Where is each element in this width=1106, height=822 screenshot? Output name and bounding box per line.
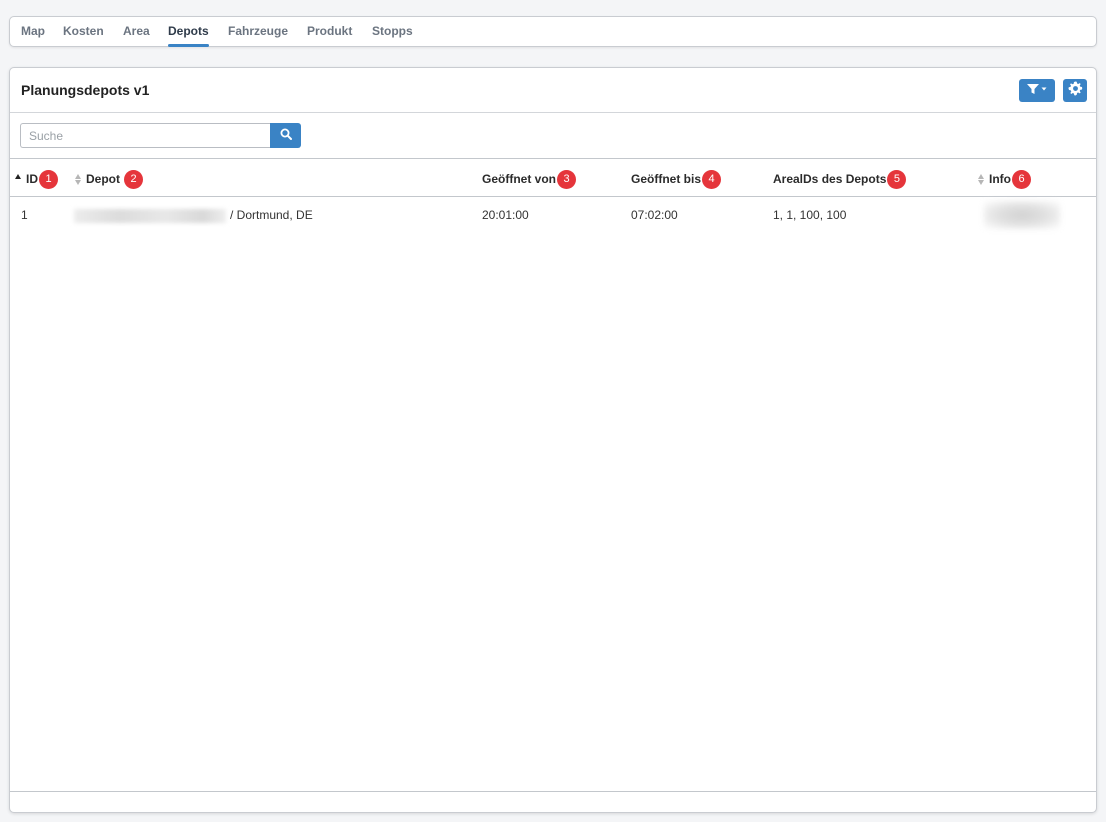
step-badge: 5 — [887, 169, 907, 189]
column-label: Geöffnet bis — [631, 172, 702, 186]
column-label: ArealDs des Depots — [773, 172, 887, 186]
panel-title: Planungsdepots v1 — [21, 82, 150, 98]
tab-area[interactable]: Area — [123, 17, 150, 46]
sort-icon — [74, 172, 82, 186]
column-label: ID — [26, 172, 38, 186]
tab-stopps[interactable]: Stopps — [372, 17, 413, 46]
search-button[interactable] — [270, 123, 301, 148]
search-bar — [20, 123, 301, 148]
column-header-info[interactable]: Info 6 — [977, 169, 1031, 189]
cell-open-from: 20:01:00 — [482, 208, 529, 222]
column-header-id[interactable]: ID 1 — [14, 169, 58, 189]
cell-info-redacted — [984, 201, 1060, 229]
tab-depots[interactable]: Depots — [168, 17, 209, 47]
tab-produkt[interactable]: Produkt — [307, 17, 352, 46]
table-top-border — [10, 158, 1096, 159]
table-header-divider — [10, 196, 1096, 197]
tab-fahrzeuge[interactable]: Fahrzeuge — [228, 17, 288, 46]
step-badge: 6 — [1012, 169, 1031, 189]
column-header-depot[interactable]: Depot 2 — [74, 169, 143, 189]
search-icon — [280, 127, 292, 145]
sort-icon — [977, 172, 985, 186]
settings-button[interactable] — [1063, 79, 1087, 102]
cell-area-ids: 1, 1, 100, 100 — [773, 208, 847, 222]
search-input[interactable] — [20, 123, 271, 148]
filter-button[interactable] — [1019, 79, 1055, 102]
header-divider — [10, 112, 1096, 113]
cell-depot: / Dortmund, DE — [74, 207, 313, 223]
column-label: Info — [989, 172, 1011, 186]
gear-icon — [1067, 80, 1083, 101]
cell-open-to: 07:02:00 — [631, 208, 678, 222]
step-badge: 1 — [39, 169, 58, 189]
tab-map[interactable]: Map — [21, 17, 45, 46]
column-label: Geöffnet von — [482, 172, 556, 186]
table-footer-divider — [10, 791, 1096, 792]
sort-asc-icon — [14, 172, 22, 186]
step-badge: 4 — [702, 169, 722, 189]
column-header-area-ids: ArealDs des Depots 5 — [773, 169, 907, 189]
filter-icon — [1026, 82, 1048, 100]
column-header-open-to: Geöffnet bis 4 — [631, 169, 722, 189]
step-badge: 2 — [124, 169, 143, 189]
column-label: Depot — [86, 172, 120, 186]
redacted-text — [74, 208, 226, 223]
step-badge: 3 — [557, 169, 576, 189]
column-header-open-from: Geöffnet von 3 — [482, 169, 576, 189]
tab-kosten[interactable]: Kosten — [63, 17, 104, 46]
depots-panel: Planungsdepots v1 Suche ID 1 Depot 2 Geö… — [9, 67, 1097, 813]
tab-bar: Map Kosten Area Depots Fahrzeuge Produkt… — [9, 16, 1097, 47]
cell-id: 1 — [21, 208, 28, 222]
